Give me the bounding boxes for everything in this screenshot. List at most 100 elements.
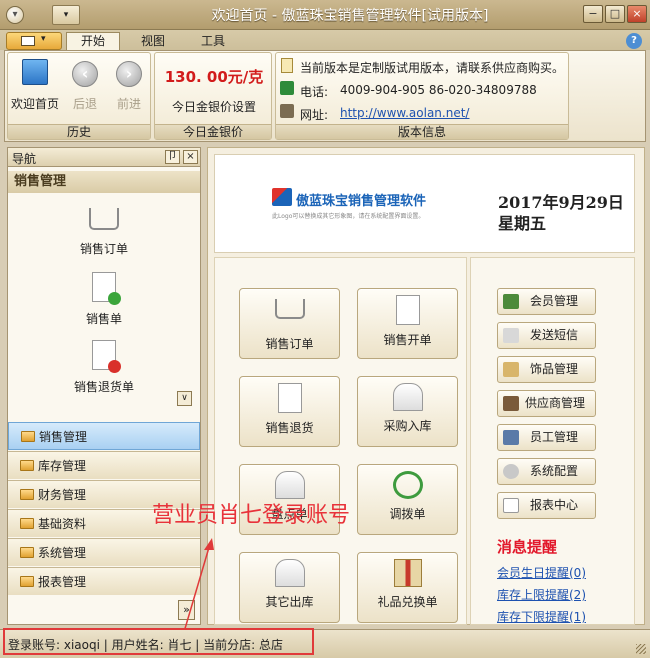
annotation-highlight-box [3,628,314,655]
gear-icon [503,464,519,479]
annotation-text: 营业员肖七登录账号 [152,503,351,528]
window-title: 欢迎首页 - 傲蓝珠宝销售管理软件[试用版本] [211,8,489,24]
forward-arrow-icon: › [116,61,142,87]
pin-button[interactable]: 卩 [165,150,180,164]
app-icon[interactable]: ▾ [6,6,24,24]
close-button[interactable]: × [627,5,647,23]
tab-view[interactable]: 视图 [126,32,180,50]
button-label: 礼品兑换单 [377,595,438,609]
home-button[interactable]: 欢迎首页 [10,55,60,121]
box-icon [503,362,519,377]
forward-button-label: 前进 [116,97,141,111]
button-label: 采购入库 [383,419,432,433]
nav-group-reports[interactable]: 报表管理 [8,567,200,595]
maximize-button[interactable]: □ [605,5,625,23]
notice-icon [281,58,293,73]
history-group: 欢迎首页 ‹ 后退 › 前进 历史 [7,52,151,140]
nav-item-label: 销售退货单 [73,380,134,394]
birthday-reminder-link[interactable]: 会员生日提醒(0) [497,564,586,581]
document-remove-icon [277,383,302,413]
stock-upper-reminder-link[interactable]: 库存上限提醒(2) [497,586,586,603]
purchase-in-button[interactable]: 采购入库 [357,376,458,447]
transfer-icon [392,471,423,499]
folder-icon [20,518,34,529]
logo-subtext: 此Logo可以替换成其它形象图，请在系统配置界面设置。 [272,213,425,220]
message-reminder-title: 消息提醒 [497,538,558,556]
supplier-icon [503,396,519,411]
nav-group-label: 基础资料 [38,517,87,531]
cart-icon [274,299,305,319]
side-button-label: 饰品管理 [530,362,579,376]
button-label: 销售退货 [265,421,314,435]
supplier-management-button[interactable]: 供应商管理 [497,390,596,417]
phone-label: 电话: [300,85,329,99]
house-out-icon [274,559,305,587]
button-label: 其它出库 [265,595,314,609]
nav-group-label: 库存管理 [38,459,87,473]
nav-group-system[interactable]: 系统管理 [8,538,200,566]
sales-order-button[interactable]: 销售订单 [239,288,340,359]
member-management-button[interactable]: 会员管理 [497,288,596,315]
forward-button[interactable]: › 前进 [108,55,150,121]
nav-group-label: 财务管理 [38,488,87,502]
nav-item-sales-order[interactable]: 销售订单 [8,202,200,257]
annotation-arrow [183,538,214,633]
report-icon [503,498,519,513]
report-center-button[interactable]: 报表中心 [497,492,596,519]
folder-icon [20,489,34,500]
nav-close-button[interactable]: × [183,150,198,164]
jewelry-management-button[interactable]: 饰品管理 [497,356,596,383]
logo-text: 傲蓝珠宝销售管理软件 [296,194,427,209]
help-icon[interactable]: ? [626,33,642,49]
document-remove-icon [92,340,121,373]
nav-item-sales-return[interactable]: 销售退货单 [8,340,200,395]
sales-bill-button[interactable]: 销售开单 [357,288,458,359]
history-group-label: 历史 [8,124,150,139]
home-button-label: 欢迎首页 [10,97,59,111]
side-button-label: 系统配置 [530,464,579,478]
site-link[interactable]: http://www.aolan.net/ [340,106,469,120]
version-group-label: 版本信息 [276,124,568,139]
nav-scroll-down-button[interactable]: ∨ [177,391,192,406]
gold-group-label: 今日金银价 [155,124,271,139]
app-menu-button[interactable]: ▾ [6,32,62,50]
back-button[interactable]: ‹ 后退 [64,55,106,121]
version-notice: 当前版本是定制版试用版本，请联系供应商购买。 [300,61,565,75]
sales-return-button[interactable]: 销售退货 [239,376,340,447]
side-button-label: 员工管理 [530,430,579,444]
cart-icon [89,208,119,230]
employee-management-button[interactable]: 员工管理 [497,424,596,451]
send-sms-button[interactable]: 发送短信 [497,322,596,349]
gift-exchange-button[interactable]: 礼品兑换单 [357,552,458,623]
gift-icon [393,559,422,587]
system-config-button[interactable]: 系统配置 [497,458,596,485]
quick-access-menu[interactable]: ▾ [52,5,80,25]
button-label: 销售订单 [265,337,314,351]
nav-group-label: 销售管理 [39,430,88,444]
menu-icon [21,36,35,46]
nav-section-title: 销售管理 [8,171,200,193]
company-logo [272,188,292,206]
minimize-button[interactable]: − [583,5,603,23]
transfer-button[interactable]: 调拨单 [357,464,458,535]
home-icon [22,59,48,85]
side-button-label: 报表中心 [530,498,579,512]
nav-group-label: 系统管理 [38,546,87,560]
nav-item-label: 销售订单 [79,242,128,256]
message-icon [503,328,519,343]
folder-icon [20,460,34,471]
other-out-button[interactable]: 其它出库 [239,552,340,623]
gold-price-setting-button[interactable]: 今日金银价设置 [158,98,270,115]
tab-start[interactable]: 开始 [66,32,121,50]
gold-price-value: 130. 00元/克 [164,68,264,86]
folder-icon [20,547,34,558]
stock-lower-reminder-link[interactable]: 库存下限提醒(1) [497,608,586,625]
nav-item-sales-bill[interactable]: 销售单 [8,272,200,327]
nav-group-inventory[interactable]: 库存管理 [8,451,200,479]
nav-group-sales[interactable]: 销售管理 [8,422,200,450]
button-label: 调拨单 [389,507,426,521]
resize-grip-icon[interactable] [636,644,646,654]
button-label: 销售开单 [383,333,432,347]
side-button-label: 会员管理 [530,294,579,308]
tab-tools[interactable]: 工具 [186,32,240,50]
